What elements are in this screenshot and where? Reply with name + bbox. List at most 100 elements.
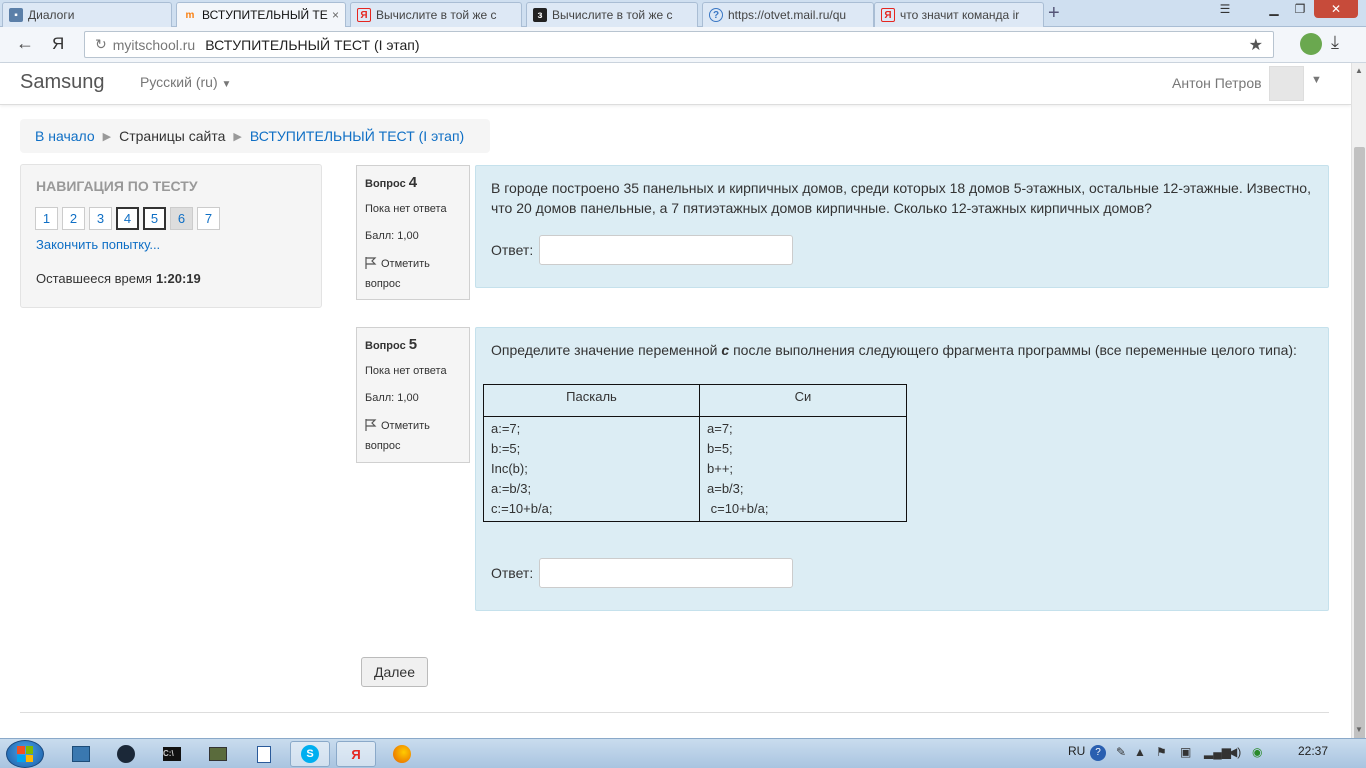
taskbar-app-explorer[interactable] (61, 741, 101, 767)
signal-icon[interactable]: ▂▄▆ (1204, 745, 1231, 759)
question-button-3[interactable]: 3 (89, 207, 112, 230)
url-input[interactable]: ↻ myitschool.ru ВСТУПИТЕЛЬНЫЙ ТЕСТ (I эт… (84, 31, 1274, 58)
time-value: 1:20:19 (155, 271, 201, 286)
breadcrumb-current[interactable]: ВСТУПИТЕЛЬНЫЙ ТЕСТ (I этап) (250, 128, 464, 144)
question-button-4[interactable]: 4 (116, 207, 139, 230)
steam-icon (117, 745, 135, 763)
avatar[interactable] (1269, 66, 1304, 101)
language-menu[interactable]: Русский (ru) ▼ (140, 74, 231, 90)
answer-input-q5[interactable] (539, 558, 794, 588)
question-state: Пока нет ответа (365, 365, 447, 377)
start-button[interactable] (6, 740, 44, 768)
chat-icon: ▪ (9, 8, 23, 22)
download-icon[interactable]: ⤓ (1331, 32, 1339, 53)
tab-label: Вычислите в той же с (552, 8, 673, 22)
code-table-header-c: Си (699, 384, 907, 417)
yandex-icon: Я (357, 8, 371, 22)
breadcrumb-home[interactable]: В начало (35, 128, 95, 144)
volume-icon[interactable]: ◀) (1228, 745, 1241, 759)
caret-down-icon[interactable]: ▼ (1311, 74, 1322, 86)
flag-icon (365, 257, 377, 269)
taskbar-app-yandex-browser[interactable]: Я (336, 741, 376, 767)
taskbar-app-cmd[interactable]: C:\ (152, 741, 192, 767)
question-buttons: 1 2 3 4 5 6 7 (35, 207, 224, 230)
question-number: Вопрос 4 (365, 174, 461, 191)
help-icon[interactable]: ? (1090, 745, 1106, 761)
c-code-line: a=7; (707, 421, 733, 436)
breadcrumb: В начало ▶ Страницы сайта ▶ ВСТУПИТЕЛЬНЫ… (20, 119, 490, 153)
browser-tab-yandex-1[interactable]: Я Вычислите в той же с (350, 2, 522, 27)
taskbar-app-skype[interactable]: S (290, 741, 330, 767)
site-header: Samsung Русский (ru) ▼ Антон Петров ▼ (0, 63, 1351, 105)
code-table-header-pascal: Паскаль (483, 384, 700, 417)
close-icon[interactable]: × (332, 8, 339, 22)
question-number-value: 5 (408, 336, 418, 353)
pen-icon[interactable]: ✎ (1116, 745, 1126, 759)
keyboard-language[interactable]: RU (1068, 744, 1085, 758)
answer-label: Ответ: (491, 242, 534, 258)
browser-menu-icon[interactable]: ☰ (1212, 0, 1238, 18)
c-code-line: b=5; (707, 441, 733, 456)
browser-tab-yandex-2[interactable]: Я что значит команда ir (874, 2, 1044, 27)
next-button[interactable]: Далее (361, 657, 428, 687)
answer-label: Ответ: (491, 565, 534, 581)
close-window-icon[interactable]: ✕ (1314, 0, 1358, 18)
question-5-content: Определите значение переменной c после в… (475, 327, 1329, 611)
network-icon[interactable]: ◉ (1252, 745, 1262, 759)
new-tab-icon[interactable]: + (1048, 3, 1060, 23)
language-label: Русский (ru) (140, 74, 218, 90)
flag-tray-icon[interactable]: ⚑ (1156, 745, 1167, 759)
flag-question-toggle[interactable]: Отметить вопрос (365, 254, 461, 294)
code-table: Паскаль Си a:=7; b:=5; Inc(b); a:=b/3; c… (483, 384, 907, 522)
pascal-code-line: a:=b/3; (491, 481, 532, 496)
back-arrow-icon[interactable]: ← (16, 33, 34, 54)
question-text-before: Определите значение переменной (491, 342, 722, 358)
question-button-2[interactable]: 2 (62, 207, 85, 230)
device-icon[interactable]: ▣ (1180, 745, 1191, 759)
sync-icon[interactable] (1300, 33, 1322, 55)
maximize-icon[interactable]: ❐ (1288, 0, 1312, 18)
firefox-icon (393, 745, 411, 763)
taskbar-app-steam[interactable] (106, 741, 146, 767)
reload-icon[interactable]: ↻ (95, 36, 107, 53)
scroll-up-icon[interactable]: ▲ (1355, 66, 1363, 75)
question-button-5[interactable]: 5 (143, 207, 166, 230)
taskbar-app-firefox[interactable] (382, 741, 422, 767)
show-hidden-icons[interactable]: ▲ (1134, 745, 1146, 759)
caret-down-icon: ▼ (221, 79, 232, 90)
question-label: Вопрос (365, 340, 406, 352)
flag-question-toggle[interactable]: Отметить вопрос (365, 416, 461, 456)
pascal-code-cell: a:=7; b:=5; Inc(b); a:=b/3; c:=10+b/a; (483, 416, 700, 522)
tab-label: ВСТУПИТЕЛЬНЫЙ ТЕС (202, 8, 328, 22)
clock[interactable]: 22:37 (1298, 744, 1328, 758)
browser-tab-quiz[interactable]: m ВСТУПИТЕЛЬНЫЙ ТЕС × (176, 2, 346, 27)
scroll-thumb[interactable] (1354, 147, 1365, 743)
quiz-navigation-block: НАВИГАЦИЯ ПО ТЕСТУ 1 2 3 4 5 6 7 Закончи… (20, 164, 322, 308)
question-button-6[interactable]: 6 (170, 207, 193, 230)
answer-row: Ответ: (491, 558, 794, 588)
browser-tab-dialogs[interactable]: ▪ Диалоги (2, 2, 172, 27)
taskbar-app-monitor[interactable] (198, 741, 238, 767)
question-4-info: Вопрос 4 Пока нет ответа Балл: 1,00 Отмет… (356, 165, 470, 300)
user-name[interactable]: Антон Петров (1172, 75, 1262, 91)
question-button-7[interactable]: 7 (197, 207, 220, 230)
scroll-down-icon[interactable]: ▼ (1355, 725, 1363, 734)
browser-tab-otvet[interactable]: ? https://otvet.mail.ru/qu (702, 2, 874, 27)
url-host: myitschool.ru (112, 36, 196, 53)
answer-input-q4[interactable] (539, 235, 794, 265)
question-text-after: после выполнения следующего фрагмента пр… (729, 342, 1297, 358)
breadcrumb-separator-icon: ▶ (233, 130, 242, 143)
finish-attempt-link[interactable]: Закончить попытку... (36, 237, 160, 252)
brand-logo[interactable]: Samsung (20, 71, 105, 94)
question-4-content: В городе построено 35 панельных и кирпич… (475, 165, 1329, 288)
taskbar-app-editor[interactable] (244, 741, 284, 767)
document-icon (257, 745, 271, 763)
yandex-logo-icon[interactable]: Я (52, 34, 64, 54)
yandex-icon: Я (881, 8, 895, 22)
page-scrollbar[interactable]: ▲ ▼ (1351, 63, 1366, 743)
minimize-icon[interactable]: ▁ (1262, 0, 1286, 18)
question-button-1[interactable]: 1 (35, 207, 58, 230)
browser-tab-znanija[interactable]: з Вычислите в той же с (526, 2, 698, 27)
flag-icon (365, 419, 377, 431)
bookmark-star-icon[interactable]: ★ (1249, 35, 1263, 55)
